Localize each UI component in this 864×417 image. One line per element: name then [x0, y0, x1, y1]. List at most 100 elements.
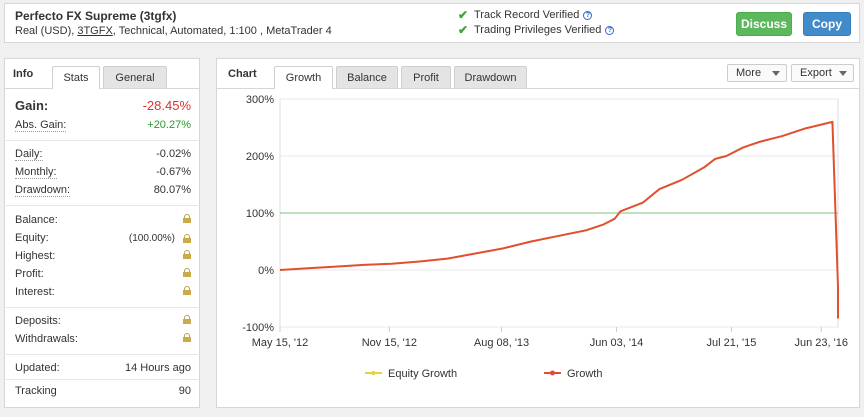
- daily-label[interactable]: Daily:: [15, 148, 43, 161]
- updated-value: 14 Hours ago: [124, 362, 191, 374]
- chevron-down-icon: [839, 71, 847, 76]
- deposits-label: Deposits:: [15, 315, 61, 327]
- x-tick-label: Jun 23, '16: [795, 337, 848, 349]
- growth-line: [279, 120, 839, 319]
- x-tick-label: Nov 15, '12: [362, 337, 417, 349]
- legend-equity-label: Equity Growth: [388, 368, 457, 380]
- lock-icon: [183, 333, 191, 342]
- info-panel: Info Stats General Gain: -28.45% Abs. Ga…: [4, 58, 200, 408]
- tab-balance[interactable]: Balance: [336, 66, 398, 88]
- drawdown-value: 80.07%: [153, 184, 191, 196]
- tab-profit[interactable]: Profit: [401, 66, 451, 88]
- chevron-down-icon: [772, 71, 780, 76]
- account-link[interactable]: 3TGFX: [77, 25, 112, 37]
- y-tick-label: 100%: [246, 208, 274, 220]
- help-icon[interactable]: ?: [605, 25, 615, 35]
- track-record-verified: ✔ Track Record Verified ?: [458, 8, 593, 22]
- y-tick-label: 200%: [246, 151, 274, 163]
- x-tick-label: Aug 08, '13: [474, 337, 529, 349]
- account-type: Real (USD),: [15, 25, 78, 37]
- y-tick-label: 300%: [246, 94, 274, 106]
- profit-row: Profit:: [15, 268, 191, 280]
- lock-icon: [183, 250, 191, 259]
- tab-drawdown[interactable]: Drawdown: [454, 66, 527, 88]
- growth-chart[interactable]: 300% 200% 100% 0% -100% May 15, '12 Nov 15, '1…: [217, 89, 859, 407]
- divider: [6, 307, 198, 308]
- more-label: More: [736, 67, 762, 79]
- divider: [6, 140, 198, 141]
- lock-icon: [183, 233, 191, 243]
- help-icon[interactable]: ?: [583, 10, 593, 20]
- x-tick-label: Jun 03, '14: [590, 337, 643, 349]
- legend-growth-label: Growth: [567, 368, 602, 380]
- info-tabs: Info Stats General: [5, 59, 199, 89]
- abs-gain-row: Abs. Gain: +20.27%: [15, 119, 191, 132]
- gain-label: Gain:: [15, 98, 49, 113]
- equity-percent: (100.00%): [128, 232, 175, 244]
- balance-row: Balance:: [15, 214, 191, 226]
- equity-label: Equity:: [15, 232, 49, 244]
- gain-row: Gain: -28.45%: [15, 98, 191, 113]
- monthly-label[interactable]: Monthly:: [15, 166, 57, 179]
- track-record-label: Track Record Verified: [474, 9, 580, 21]
- lock-icon: [183, 286, 191, 295]
- interest-label: Interest:: [15, 286, 55, 298]
- updated-row: Updated: 14 Hours ago: [15, 362, 191, 374]
- discuss-button[interactable]: Discuss: [736, 12, 792, 36]
- drawdown-row: Drawdown: 80.07%: [15, 184, 191, 197]
- gain-value: -28.45%: [142, 98, 191, 113]
- legend-equity-marker: [371, 371, 376, 375]
- lock-icon: [183, 315, 191, 324]
- lock-icon: [183, 268, 191, 277]
- x-tick-label: May 15, '12: [252, 337, 309, 349]
- tracking-row: Tracking 90: [15, 385, 191, 397]
- divider: [6, 205, 198, 206]
- tab-general[interactable]: General: [103, 66, 167, 88]
- divider: [6, 379, 198, 380]
- y-tick-label: 0%: [258, 265, 274, 277]
- check-icon: ✔: [458, 8, 469, 22]
- abs-gain-value: +20.27%: [147, 119, 191, 131]
- updated-label: Updated:: [15, 362, 60, 374]
- chart-panel: Chart Growth Balance Profit Drawdown Mor…: [216, 58, 860, 408]
- check-icon: ✔: [458, 23, 469, 37]
- equity-value: (100.00%): [129, 232, 191, 244]
- balance-label: Balance:: [15, 214, 58, 226]
- tracking-value: 90: [178, 385, 191, 397]
- profit-label: Profit:: [15, 268, 44, 280]
- withdrawals-row: Withdrawals:: [15, 333, 191, 345]
- export-dropdown[interactable]: Export: [791, 64, 854, 82]
- legend-growth-marker: [550, 370, 555, 376]
- equity-row: Equity: (100.00%): [15, 232, 191, 244]
- copy-button[interactable]: Copy: [803, 12, 851, 36]
- highest-label: Highest:: [15, 250, 56, 262]
- tab-stats[interactable]: Stats: [52, 66, 100, 89]
- trading-privileges-label: Trading Privileges Verified: [474, 24, 602, 36]
- more-dropdown[interactable]: More: [727, 64, 787, 82]
- monthly-row: Monthly: -0.67%: [15, 166, 191, 179]
- daily-value: -0.02%: [156, 148, 191, 160]
- lock-icon: [183, 214, 191, 223]
- monthly-value: -0.67%: [156, 166, 191, 178]
- account-subtitle: Real (USD), 3TGFX, Technical, Automated,…: [15, 25, 332, 37]
- highest-row: Highest:: [15, 250, 191, 262]
- interest-row: Interest:: [15, 286, 191, 298]
- abs-gain-label[interactable]: Abs. Gain:: [15, 119, 67, 132]
- x-tick-label: Jul 21, '15: [707, 337, 757, 349]
- daily-row: Daily: -0.02%: [15, 148, 191, 161]
- account-title: Perfecto FX Supreme (3tgfx): [15, 9, 177, 23]
- tab-growth[interactable]: Growth: [274, 66, 333, 89]
- trading-privileges-verified: ✔ Trading Privileges Verified ?: [458, 23, 615, 37]
- account-header: Perfecto FX Supreme (3tgfx) Real (USD), …: [4, 3, 860, 43]
- info-label: Info: [13, 68, 34, 80]
- deposits-row: Deposits:: [15, 315, 191, 327]
- withdrawals-label: Withdrawals:: [15, 333, 78, 345]
- chart-label: Chart: [228, 68, 257, 80]
- account-details: , Technical, Automated, 1:100 , MetaTrad…: [112, 25, 332, 37]
- y-tick-label: -100%: [242, 322, 274, 334]
- divider: [6, 354, 198, 355]
- drawdown-label[interactable]: Drawdown:: [15, 184, 71, 197]
- tracking-label: Tracking: [15, 385, 57, 397]
- chart-tabs: Chart Growth Balance Profit Drawdown Mor…: [217, 59, 859, 89]
- export-label: Export: [800, 67, 832, 79]
